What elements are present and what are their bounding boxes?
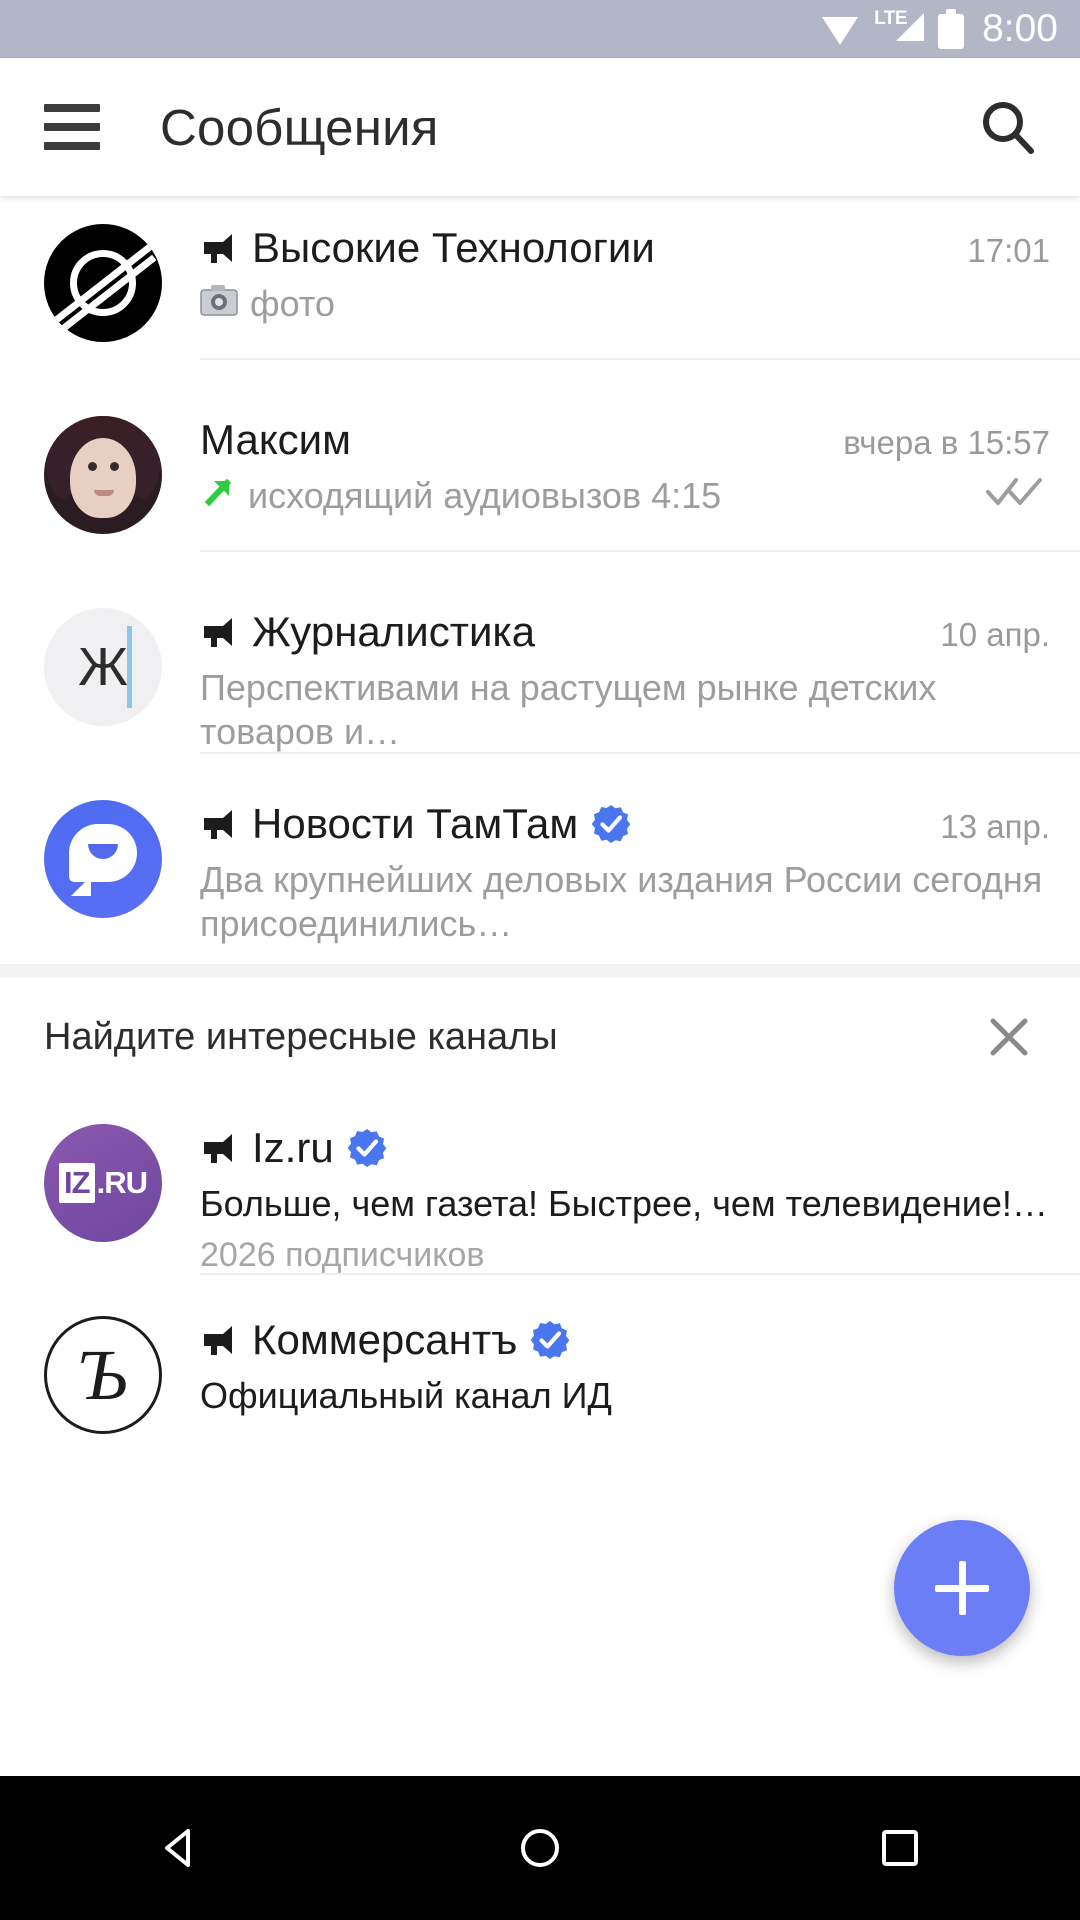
chat-preview: фото [200, 282, 1050, 326]
channel-description: Официальный канал ИД [200, 1374, 1050, 1418]
chat-preview: Два крупнейших деловых издания России се… [200, 858, 1050, 946]
home-circle-icon[interactable] [465, 1776, 615, 1920]
chat-preview-text: Два крупнейших деловых издания России се… [200, 859, 1043, 944]
recents-square-icon[interactable] [825, 1776, 975, 1920]
chat-title: Высокие Технологии [252, 224, 655, 271]
subscriber-count: 2026 подписчиков [200, 1235, 485, 1274]
channel-description: Больше, чем газета! Быстрее, чем телевид… [200, 1182, 1050, 1226]
suggestions-header: Найдите интересные каналы [0, 978, 1080, 1096]
chat-title: Новости ТамТам [252, 800, 579, 847]
verified-badge-icon [590, 803, 632, 845]
chat-timestamp: 17:01 [967, 232, 1050, 269]
avatar [44, 416, 162, 534]
avatar: Ъ [44, 1316, 162, 1434]
lte-signal-icon: LTE [873, 8, 925, 48]
chat-list: Высокие Технологии 17:01 фото Максим вче… [0, 196, 1080, 1480]
avatar-label-box: IZ [59, 1163, 95, 1203]
list-divider [200, 751, 1080, 754]
chat-timestamp: 13 апр. [940, 808, 1050, 845]
avatar [44, 800, 162, 918]
double-check-icon [986, 474, 1044, 513]
channel-megaphone-icon [200, 1131, 240, 1165]
channel-megaphone-icon [200, 1323, 240, 1357]
channel-description-text: Больше, чем газета! Быстрее, чем телевид… [200, 1183, 1048, 1224]
avatar: IZ .RU [44, 1124, 162, 1242]
chat-preview-text: исходящий аудиовызов 4:15 [248, 475, 722, 516]
chat-list-item-hitech[interactable]: Высокие Технологии 17:01 фото [0, 196, 1080, 388]
channel-megaphone-icon [200, 615, 240, 649]
status-bar: LTE 8:00 [0, 0, 1080, 58]
verified-badge-icon [529, 1319, 571, 1361]
outgoing-call-arrow-icon [200, 474, 236, 520]
back-triangle-icon[interactable] [105, 1776, 255, 1920]
suggested-channel-izru[interactable]: IZ .RU Iz.ru Больше, чем газета! Быстрее… [0, 1096, 1080, 1288]
section-separator [0, 964, 1080, 978]
list-divider [200, 550, 1080, 552]
chat-preview: Перспективами на растущем рынке детских … [200, 666, 1050, 754]
close-icon[interactable] [978, 1006, 1040, 1068]
avatar-letter: Ж [78, 637, 128, 697]
camera-icon [200, 282, 238, 326]
chat-preview-text: фото [250, 283, 335, 324]
chat-list-item-journalism[interactable]: Ж Журналистика 10 апр. Перспективами на … [0, 580, 1080, 772]
battery-icon [938, 9, 965, 49]
status-bar-clock: 8:00 [982, 7, 1058, 50]
hamburger-menu-icon[interactable] [44, 104, 100, 150]
chat-list-item-maksim[interactable]: Максим вчера в 15:57 исходящий аудиовызо… [0, 388, 1080, 580]
suggestions-title: Найдите интересные каналы [44, 1015, 558, 1058]
chat-timestamp: 10 апр. [940, 616, 1050, 653]
chat-title: Журналистика [252, 608, 536, 655]
chat-title: Максим [200, 416, 351, 463]
app-bar: Сообщения [0, 58, 1080, 196]
chat-title: Iz.ru [252, 1124, 334, 1171]
channel-description-text: Официальный канал ИД [200, 1375, 612, 1416]
list-divider [200, 1272, 1080, 1275]
chat-preview-text: Перспективами на растущем рынке детских … [200, 667, 937, 752]
page-title: Сообщения [160, 98, 439, 156]
avatar: Ж [44, 608, 162, 726]
channel-megaphone-icon [200, 807, 240, 841]
avatar-label-rest: .RU [96, 1164, 148, 1200]
chat-list-item-tamtam-news[interactable]: Новости ТамТам 13 апр. Два крупнейших де… [0, 772, 1080, 964]
new-chat-fab-button[interactable] [894, 1520, 1030, 1656]
chat-title: Коммерсантъ [252, 1316, 518, 1363]
search-icon[interactable] [972, 91, 1044, 163]
android-navigation-bar [0, 1776, 1080, 1920]
verified-badge-icon [346, 1127, 388, 1169]
chat-preview: исходящий аудиовызов 4:15 [200, 474, 1050, 520]
avatar-letter: Ъ [78, 1335, 128, 1415]
suggested-channel-kommersant[interactable]: Ъ Коммерсантъ Официальный канал ИД [0, 1288, 1080, 1480]
list-divider [200, 358, 1080, 360]
wifi-icon [820, 12, 860, 46]
channel-megaphone-icon [200, 231, 240, 265]
chat-timestamp: вчера в 15:57 [843, 424, 1050, 461]
avatar [44, 224, 162, 342]
status-bar-icons: LTE [820, 8, 965, 49]
